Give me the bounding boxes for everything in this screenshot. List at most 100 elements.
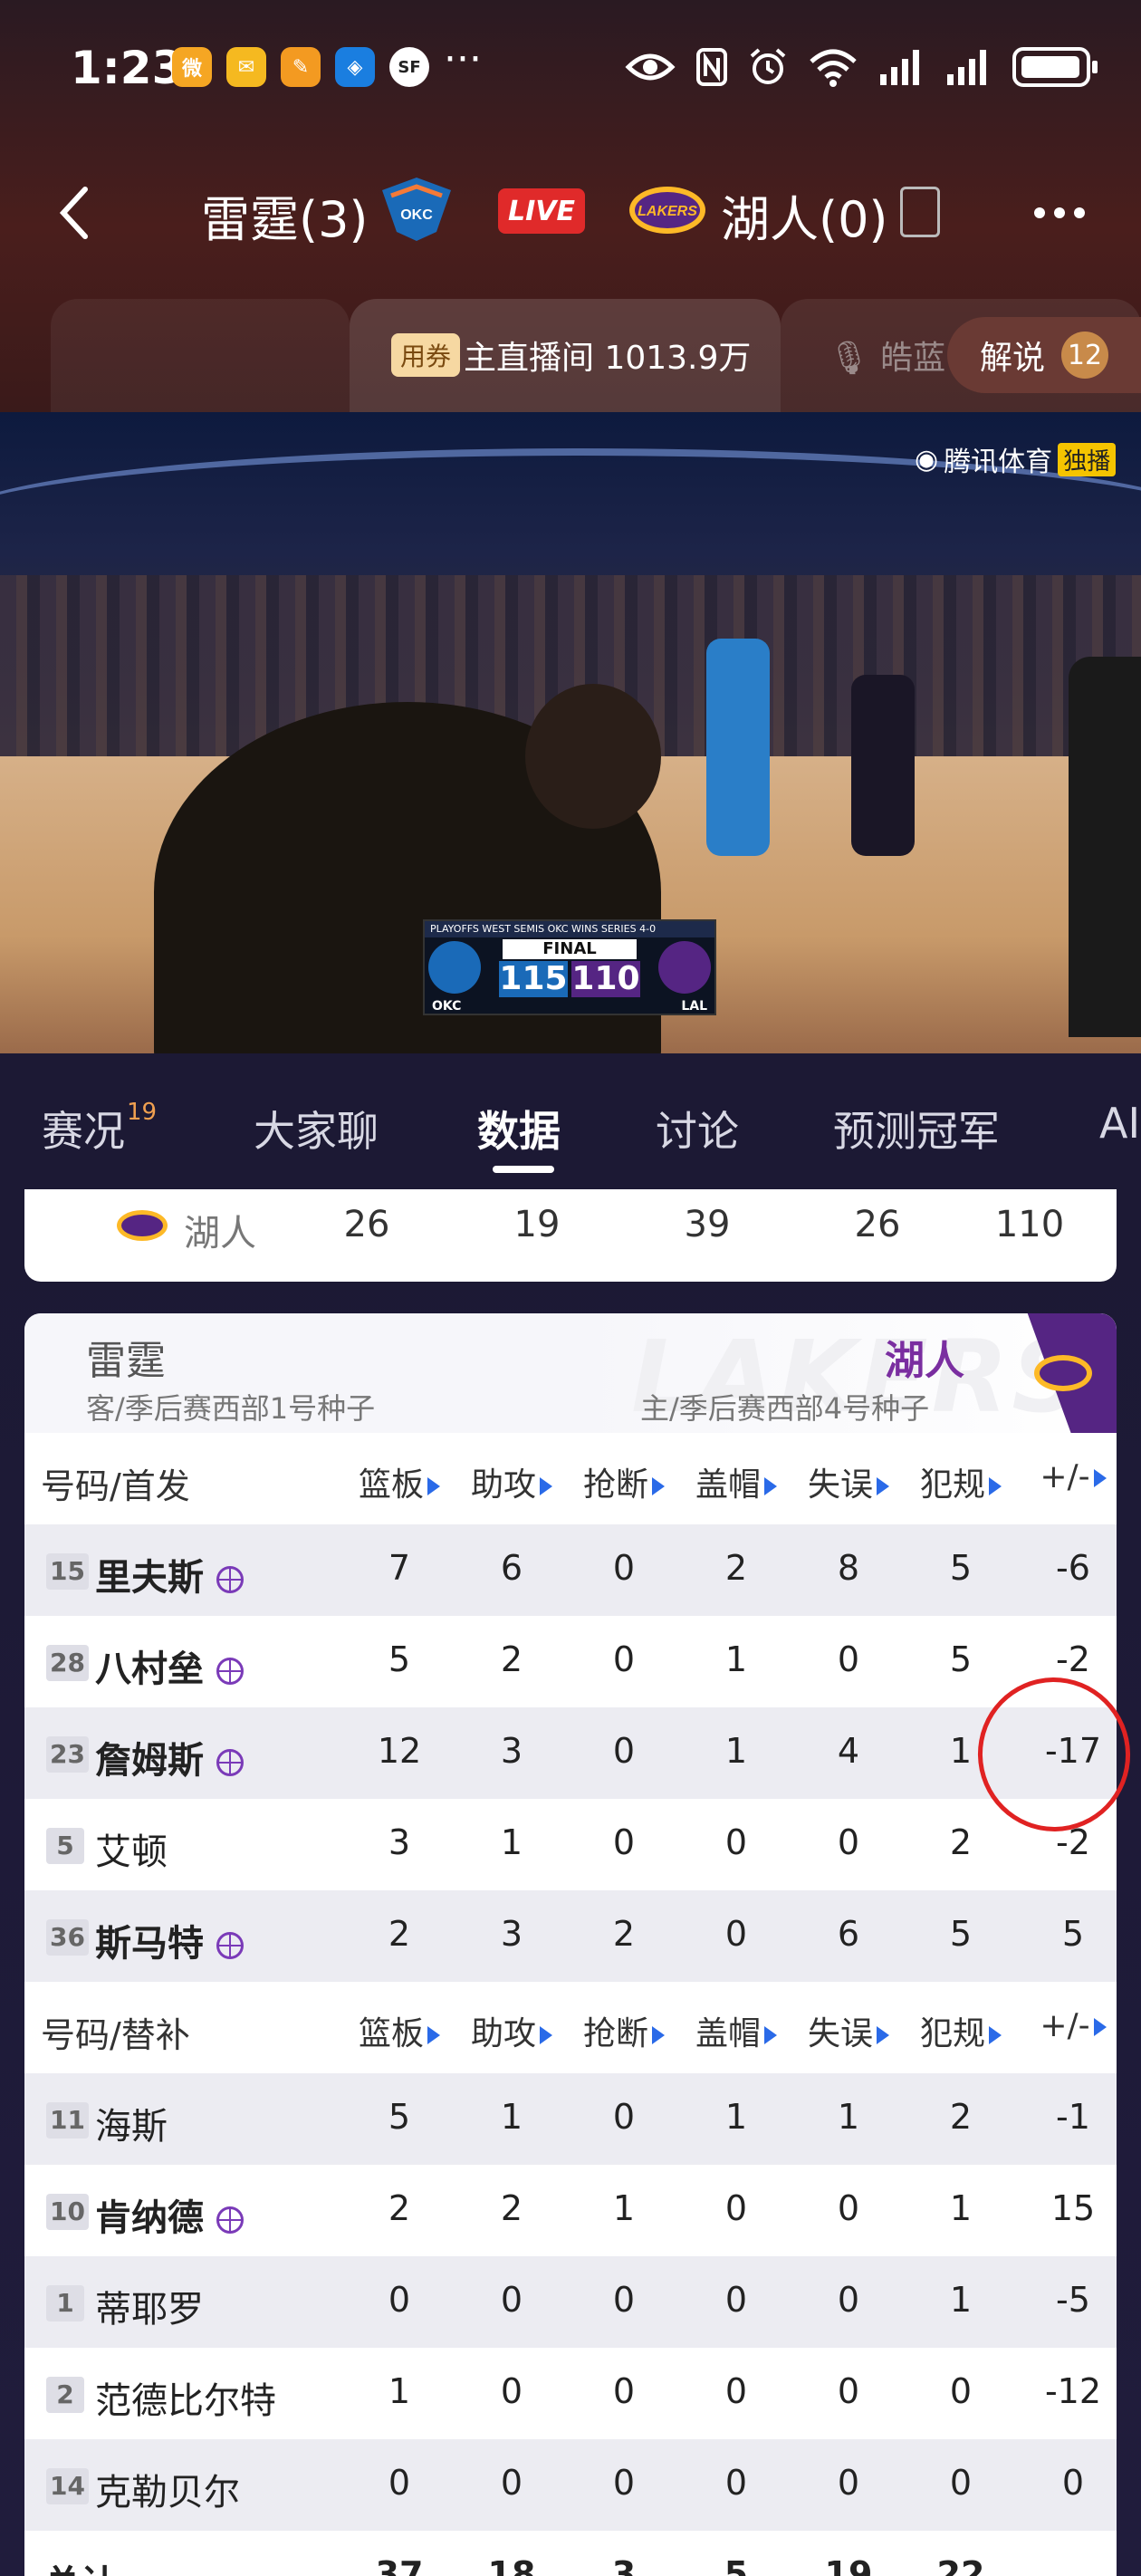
stat-cell: 1 <box>949 2280 973 2320</box>
sort-arrow-icon <box>877 2026 889 2044</box>
stat-cell: 6 <box>837 1914 860 1954</box>
player-name[interactable]: 艾顿 <box>95 1822 168 1875</box>
video-player[interactable]: ◉ 腾讯体育 独播 PLAYOFFS WEST SEMIS OKC WINS S… <box>0 412 1141 1053</box>
status-bar: 1:23 微 ✉ ✎ ◈ SF ··· <box>0 36 1141 109</box>
player-row[interactable]: 10 肯纳德 2 2 1 0 0 1 15 <box>24 2165 1117 2256</box>
notes-icon: ✎ <box>281 47 321 87</box>
sf-express-icon: SF <box>389 47 429 87</box>
player-figure-dark <box>851 675 915 856</box>
tab-badge: 19 <box>127 1099 158 1126</box>
tab-game-status[interactable]: 赛况19 <box>42 1099 157 1158</box>
tab-label: 数据 <box>477 1107 561 1156</box>
stat-cell: 15 <box>1050 2188 1096 2228</box>
section-tabs: 赛况19 大家聊 数据 讨论 预测冠军 AI <box>0 1053 1141 1189</box>
stat-cell: 0 <box>949 2371 973 2411</box>
stat-cell: 1 <box>388 2371 411 2411</box>
stat-cell: 7 <box>388 1548 411 1588</box>
column-header-sort[interactable]: 助攻 <box>455 1458 568 1505</box>
home-team-tab[interactable]: 雷霆 <box>86 1328 166 1386</box>
basketball-icon <box>216 1566 244 1593</box>
column-header-text: 犯规 <box>919 1466 985 1504</box>
column-header-sort[interactable]: 失误 <box>792 1458 905 1505</box>
nfc-icon <box>695 47 728 87</box>
stat-cell: 1 <box>724 2097 748 2137</box>
jersey-number: 11 <box>46 2102 89 2139</box>
stat-cell: 2 <box>500 2188 523 2228</box>
column-header-sort[interactable]: 助攻 <box>455 2007 568 2054</box>
sort-arrow-icon <box>764 2026 777 2044</box>
player-row[interactable]: 15 里夫斯 7 6 0 2 8 5 -6 <box>24 1524 1117 1616</box>
player-name[interactable]: 詹姆斯 <box>95 1731 244 1783</box>
player-name[interactable]: 蒂耶罗 <box>95 2280 204 2332</box>
tab-predict-champion[interactable]: 预测冠军 <box>833 1099 1000 1158</box>
column-header-sort[interactable]: 犯规 <box>905 2007 1017 2054</box>
player-row[interactable]: 5 艾顿 3 1 0 0 0 2 -2 <box>24 1799 1117 1890</box>
stat-cell: 0 <box>500 2280 523 2320</box>
player-name[interactable]: 八村垒 <box>95 1639 244 1692</box>
player-name[interactable]: 海斯 <box>95 2097 168 2149</box>
tab-chat[interactable]: 大家聊 <box>254 1099 379 1158</box>
tab-ai[interactable]: AI <box>1099 1099 1140 1148</box>
column-header-sort[interactable]: 抢断 <box>568 1458 680 1505</box>
player-name[interactable]: 斯马特 <box>95 1914 244 1966</box>
commentary-button[interactable]: 解说 12 <box>947 317 1141 393</box>
column-header-sort[interactable]: 抢断 <box>568 2007 680 2054</box>
away-team-name[interactable]: 湖人(0) <box>721 179 888 251</box>
total-cell: 5 <box>724 2554 749 2576</box>
tab-stats[interactable]: 数据 <box>477 1099 561 1158</box>
stat-cell: 2 <box>949 1822 973 1862</box>
player-name-text: 艾顿 <box>95 1831 168 1873</box>
column-header-sort[interactable]: 篮板 <box>343 2007 455 2054</box>
player-name-text: 斯马特 <box>95 1923 204 1965</box>
column-header-row: 号码/首发 篮板 助攻 抢断 盖帽 失误 犯规 +/- <box>24 1433 1117 1524</box>
tab-discussion[interactable]: 讨论 <box>656 1099 739 1158</box>
stat-cell: 2 <box>949 2097 973 2137</box>
column-header-sort[interactable]: 篮板 <box>343 1458 455 1505</box>
player-row[interactable]: 28 八村垒 5 2 0 1 0 5 -2 <box>24 1616 1117 1707</box>
signal-icon-2 <box>945 47 992 87</box>
stat-cell: 2 <box>500 1639 523 1679</box>
jersey-number: 36 <box>46 1919 89 1956</box>
column-header-label: 号码/替补 <box>41 2015 190 2055</box>
stat-cell: 0 <box>1061 2463 1085 2503</box>
column-header-sort[interactable]: 犯规 <box>905 1458 1017 1505</box>
player-row[interactable]: 11 海斯 5 1 0 1 1 2 -1 <box>24 2073 1117 2165</box>
stats-content: 湖人 26 19 39 26 110 LAKERS 雷霆 客/季后赛西部1号种子… <box>0 1189 1141 2576</box>
lakers-logo-icon: LAKERS <box>627 183 708 237</box>
switch-view-icon[interactable] <box>900 187 940 237</box>
player-name[interactable]: 克勒贝尔 <box>95 2463 240 2515</box>
sort-arrow-icon <box>989 2026 1002 2044</box>
column-header-sort[interactable]: 盖帽 <box>680 2007 792 2054</box>
room-tab-blank[interactable] <box>51 299 350 412</box>
away-team-tab[interactable]: 湖人 <box>885 1328 964 1386</box>
player-row[interactable]: 14 克勒贝尔 0 0 0 0 0 0 0 <box>24 2439 1117 2531</box>
battery-icon <box>1012 47 1098 87</box>
stat-cell: 0 <box>388 2280 411 2320</box>
column-header-sort[interactable]: 失误 <box>792 2007 905 2054</box>
column-header-row: 号码/替补 篮板 助攻 抢断 盖帽 失误 犯规 +/- <box>24 1982 1117 2073</box>
alarm-icon <box>748 47 788 87</box>
player-row[interactable]: 2 范德比尔特 1 0 0 0 0 0 -12 <box>24 2348 1117 2439</box>
player-row[interactable]: 1 蒂耶罗 0 0 0 0 0 1 -5 <box>24 2256 1117 2348</box>
more-options-button[interactable] <box>1023 181 1096 245</box>
player-name[interactable]: 范德比尔特 <box>95 2371 276 2424</box>
back-button[interactable] <box>47 179 101 246</box>
column-header-text: 抢断 <box>582 2015 648 2052</box>
signal-icon-1 <box>878 47 925 87</box>
player-row[interactable]: 23 詹姆斯 12 3 0 1 4 1 -17 <box>24 1707 1117 1799</box>
player-row[interactable]: 36 斯马特 2 3 2 0 6 5 5 <box>24 1890 1117 1982</box>
column-header-sort[interactable]: 盖帽 <box>680 1458 792 1505</box>
home-team-name[interactable]: 雷霆(3) <box>201 179 369 251</box>
stat-cell: 5 <box>949 1548 973 1588</box>
okc-logo-icon <box>428 941 481 994</box>
active-tab-indicator <box>493 1166 554 1173</box>
column-header-sort[interactable]: +/- <box>1017 2007 1117 2044</box>
player-name[interactable]: 里夫斯 <box>95 1548 244 1600</box>
player-name[interactable]: 肯纳德 <box>95 2188 244 2241</box>
svg-text:OKC: OKC <box>400 207 433 223</box>
wifi-icon <box>808 47 858 87</box>
column-header-sort[interactable]: +/- <box>1017 1458 1117 1495</box>
stat-cell: 1 <box>949 2188 973 2228</box>
jersey-number: 5 <box>46 1828 84 1864</box>
stat-cell: 0 <box>724 2371 748 2411</box>
